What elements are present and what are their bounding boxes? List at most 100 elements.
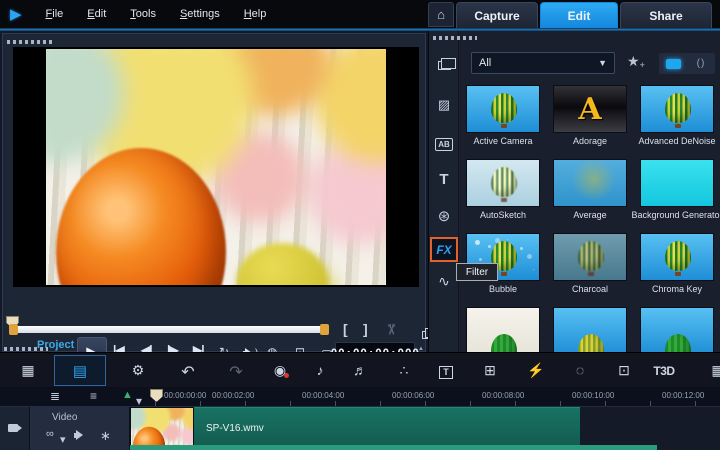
filter-thumbnail xyxy=(553,307,627,352)
media-icon[interactable] xyxy=(429,57,459,73)
thumbnail-view-button[interactable] xyxy=(659,53,687,74)
track-mute-icon[interactable] xyxy=(74,429,87,441)
record-capture-icon[interactable]: ◉ xyxy=(268,362,292,379)
undo-icon[interactable]: ↶ xyxy=(176,362,200,382)
link-clips-icon[interactable]: ∞ xyxy=(46,428,54,440)
redo-icon[interactable]: ↷ xyxy=(224,362,248,382)
filter-label: Chroma Key xyxy=(652,284,702,294)
filter-item[interactable]: Active Camera xyxy=(460,85,547,159)
ruler-tick-label: 00:00:00:00 xyxy=(164,391,206,400)
video-camera-icon xyxy=(8,424,18,432)
app-logo-icon: ▶ xyxy=(10,5,22,23)
ruler-tick-label: 00:00:10:00 xyxy=(572,391,614,400)
timeline-tracks: Video ∞ ▾ ∗ SP-V16.wmv xyxy=(0,407,720,450)
split-screen-icon[interactable]: ⊞ xyxy=(478,362,502,379)
home-icon: ⌂ xyxy=(437,7,445,22)
filter-item[interactable]: Background Generator xyxy=(634,159,720,233)
dropdown-value: All xyxy=(479,57,491,69)
filter-item[interactable] xyxy=(547,307,634,352)
track-manager-icon[interactable]: ≣ xyxy=(50,389,60,403)
filter-item[interactable]: AutoSketch xyxy=(460,159,547,233)
track-label: Video xyxy=(52,412,77,423)
tab-capture[interactable]: Capture xyxy=(456,2,538,28)
motion-path-icon[interactable]: ∿ xyxy=(429,273,459,290)
overlay-track-strip[interactable] xyxy=(130,445,657,450)
storyboard-view-icon[interactable]: ▦ xyxy=(16,362,40,379)
filter-item[interactable]: Charcoal xyxy=(547,233,634,307)
menu-settings[interactable]: Settings xyxy=(180,8,220,20)
filter-fx-button[interactable]: FX xyxy=(430,237,458,262)
filter-item[interactable]: A Adorage xyxy=(547,85,634,159)
thumbnail-view-icon xyxy=(666,59,681,69)
preview-screen[interactable] xyxy=(13,47,419,287)
ripple-edit-icon[interactable]: ∗ xyxy=(100,428,111,444)
filter-item[interactable]: Average xyxy=(547,159,634,233)
sound-frames-icon[interactable]: ♬ xyxy=(348,362,372,378)
timeline-clip[interactable]: SP-V16.wmv xyxy=(194,407,580,450)
tab-share[interactable]: Share xyxy=(620,2,712,28)
title-3d-icon[interactable]: T3D xyxy=(652,364,676,378)
home-button[interactable]: ⌂ xyxy=(428,2,454,27)
filter-thumbnail xyxy=(640,233,714,281)
filter-label: Advanced DeNoise xyxy=(638,136,715,146)
menu-help[interactable]: Help xyxy=(244,8,267,20)
panel-drag-handle[interactable] xyxy=(433,36,477,40)
track-motion-icon[interactable]: ⊡ xyxy=(612,362,636,379)
menu-file[interactable]: File xyxy=(46,8,64,20)
timeline-area: ▦ ▤ ⚙ ↶ ↷ ◉ ♪ ♬ ∴ T ⊞ ⚡ ◌ ⊡ T3D ▦ ≣ ≡ ▲ … xyxy=(0,352,720,450)
timeline-ruler[interactable]: ≣ ≡ ▲ ▾ 00:00:00:00 00:00:02:00 00:00:04… xyxy=(0,387,720,407)
track-list-icon[interactable]: ≡ xyxy=(90,389,97,403)
ruler-tick-label: 00:00:02:00 xyxy=(212,391,254,400)
subtitle-editor-icon[interactable]: T xyxy=(434,362,458,379)
mark-out-button[interactable]: ] xyxy=(363,321,368,337)
filter-item[interactable]: Chroma Key xyxy=(634,233,720,307)
filter-label: Charcoal xyxy=(572,284,608,294)
filter-thumbnail xyxy=(553,233,627,281)
tab-edit[interactable]: Edit xyxy=(540,2,618,28)
filter-tooltip: Filter xyxy=(456,263,498,281)
video-track-type xyxy=(0,407,30,450)
split-clip-button[interactable]: ✂ xyxy=(382,324,399,336)
filter-thumbnail xyxy=(640,85,714,133)
panel-drag-handle[interactable] xyxy=(4,347,48,351)
filter-label: Adorage xyxy=(573,136,607,146)
library-category-strip: ▨ AB T ⊛ FX ∿ xyxy=(429,31,459,352)
menu-edit[interactable]: Edit xyxy=(87,8,106,20)
auto-music-icon[interactable]: ♪ xyxy=(308,362,332,378)
clip-filename: SP-V16.wmv xyxy=(206,423,264,434)
filter-thumbnail xyxy=(466,307,540,352)
ruler-tick-label: 00:00:04:00 xyxy=(302,391,344,400)
clip-thumbnail[interactable] xyxy=(130,407,194,450)
ruler-tick-label: 00:00:08:00 xyxy=(482,391,524,400)
filter-item[interactable] xyxy=(460,307,547,352)
mark-in-button[interactable]: [ xyxy=(343,321,348,337)
caret-down-icon: ▾ xyxy=(136,394,142,408)
menu-tools[interactable]: Tools xyxy=(130,8,156,20)
title-icon[interactable]: T xyxy=(429,171,459,188)
add-track-icon[interactable]: ▲ xyxy=(122,389,133,401)
ruler-tick-label: 00:00:12:00 xyxy=(662,391,704,400)
trim-start-handle[interactable] xyxy=(9,324,18,335)
ruler-ticks xyxy=(155,401,720,406)
add-to-favorites-button[interactable]: ★+ xyxy=(627,53,645,70)
trim-end-handle[interactable] xyxy=(320,324,329,335)
customize-motion-icon[interactable]: ◌ xyxy=(568,362,592,378)
filter-item[interactable]: Advanced DeNoise xyxy=(634,85,720,159)
instant-project-icon[interactable]: ▨ xyxy=(429,97,459,113)
filter-category-dropdown[interactable]: All ▼ xyxy=(471,52,615,74)
filter-item[interactable] xyxy=(634,307,720,352)
panel-drag-handle[interactable] xyxy=(7,40,55,44)
motion-tracking-icon[interactable]: ⚡ xyxy=(524,362,548,379)
timeline-view-icon[interactable]: ▤ xyxy=(54,355,106,386)
options-view-icon: () xyxy=(697,58,706,69)
filter-thumbnail xyxy=(553,159,627,207)
partial-edge-icon[interactable]: ▦ xyxy=(706,362,720,379)
graphic-icon[interactable]: ⊛ xyxy=(429,207,459,225)
toolbox-icon[interactable]: ⚙ xyxy=(126,362,150,379)
options-view-button[interactable]: () xyxy=(687,53,715,74)
seek-bar[interactable] xyxy=(11,326,329,333)
transition-icon[interactable]: AB xyxy=(429,135,459,151)
sound-mixer-icon[interactable]: ∴ xyxy=(392,362,416,379)
filter-label: Background Generator xyxy=(631,210,720,220)
filter-label: Active Camera xyxy=(473,136,532,146)
